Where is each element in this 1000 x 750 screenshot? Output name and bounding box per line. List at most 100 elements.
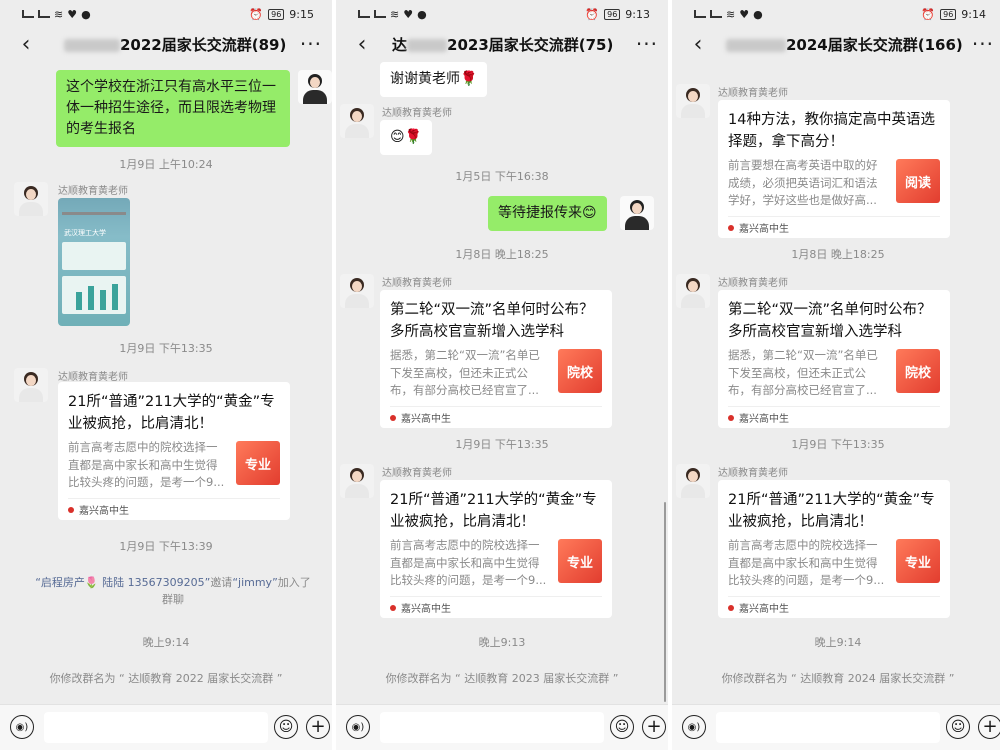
incoming-message[interactable]: 谢谢黄老师🌹 [380, 62, 488, 97]
redacted-name [407, 39, 448, 52]
signal-icon [22, 10, 34, 18]
invitee-link[interactable]: “jimmy” [232, 576, 277, 589]
article-source: 嘉兴高中生 [390, 406, 602, 428]
plus-icon[interactable]: + [978, 715, 1000, 739]
article-card[interactable]: 第二轮“双一流”名单何时公布？多所高校官宣新增入选学科 据悉，第二轮“双一流”名… [380, 290, 612, 428]
message-icon: ● [417, 7, 427, 21]
back-arrow-icon[interactable]: ‹ [14, 32, 38, 57]
status-icons-left: ≋ ♥ ● [694, 8, 763, 21]
message-list[interactable]: 谢谢黄老师🌹 达顺教育黄老师 😊🌹 1月5日 下午16:38 等待捷报传来😊 1… [336, 62, 668, 706]
article-card[interactable]: 21所“普通”211大学的“黄金”专业被疯抢，比肩清北！ 前言高考志愿中的院校选… [380, 480, 612, 618]
timestamp: 晚上9:14 [142, 636, 190, 649]
voice-icon[interactable]: ◉) [682, 715, 706, 739]
voice-icon[interactable]: ◉) [10, 715, 34, 739]
status-bar: ≋ ♥ ● ⏰ 96 9:14 [672, 0, 1000, 28]
sender-name: 达顺教育黄老师 [382, 468, 452, 479]
article-thumbnail: 院校 [558, 349, 602, 393]
plus-icon[interactable]: + [306, 715, 330, 739]
status-time: 9:13 [625, 7, 650, 21]
article-title: 第二轮“双一流”名单何时公布？多所高校官宣新增入选学科 [390, 302, 594, 340]
inviter-link[interactable]: “启程房产🌷 陆陆 13567309205” [35, 576, 210, 589]
message-input[interactable] [716, 712, 940, 743]
scrollbar[interactable] [664, 502, 666, 702]
chat-panel-2024: ≋ ♥ ● ⏰ 96 9:14 ‹ 2024届家长交流群(166) ··· 达顺… [672, 0, 1000, 750]
teacher-avatar[interactable] [676, 84, 710, 118]
teacher-avatar[interactable] [14, 182, 48, 216]
poster-info-box [62, 242, 126, 270]
notification-icon: ♥ [67, 7, 78, 21]
article-description: 前言高考志愿中的院校选择一直都是高中家长和高中生觉得比较头疼的问题，是考一个9.… [728, 538, 885, 587]
article-source: 嘉兴高中生 [68, 498, 280, 520]
article-source: 嘉兴高中生 [390, 596, 602, 618]
article-source: 嘉兴高中生 [728, 406, 940, 428]
teacher-avatar[interactable] [340, 104, 374, 138]
chat-header: ‹ 2024届家长交流群(166) ··· [672, 28, 1000, 62]
image-message[interactable]: 武汉理工大学 [58, 198, 130, 326]
status-icons-left: ≋ ♥ ● [358, 8, 427, 21]
article-card[interactable]: 14种方法，教你搞定高中英语选择题，拿下高分！ 前言要想在高考英语中取的好成绩，… [718, 100, 950, 238]
system-message-rename: 你修改群名为 “ 达顺教育 2024 届家长交流群 ” [721, 672, 955, 685]
chat-panel-2023: ≋ ♥ ● ⏰ 96 9:13 ‹ 达 2023届家长交流群(75) ··· 谢谢… [336, 0, 668, 750]
more-icon[interactable]: ··· [972, 32, 994, 56]
timestamp: 1月9日 下午13:35 [791, 438, 885, 451]
article-thumbnail: 专业 [558, 539, 602, 583]
incoming-message[interactable]: 😊🌹 [380, 120, 433, 155]
emoji-icon[interactable]: ☺ [274, 715, 298, 739]
timestamp: 1月9日 上午10:24 [119, 158, 213, 171]
signal-icon [358, 10, 370, 18]
emoji-icon[interactable]: ☺ [610, 715, 634, 739]
status-bar: ≋ ♥ ● ⏰ 96 9:15 [0, 0, 332, 28]
article-title: 21所“普通”211大学的“黄金”专业被疯抢，比肩清北！ [68, 394, 275, 432]
article-thumbnail: 阅读 [896, 159, 940, 203]
message-list[interactable]: 达顺教育黄老师 14种方法，教你搞定高中英语选择题，拿下高分！ 前言要想在高考英… [672, 62, 1000, 706]
battery-icon: 96 [940, 8, 957, 20]
back-arrow-icon[interactable]: ‹ [686, 32, 710, 57]
voice-icon[interactable]: ◉) [346, 715, 370, 739]
teacher-avatar[interactable] [676, 464, 710, 498]
teacher-avatar[interactable] [676, 274, 710, 308]
article-description: 据悉，第二轮“双一流”名单已下发至高校，但还未正式公布，有部分高校已经官宣了..… [728, 348, 878, 397]
signal-icon [374, 10, 386, 18]
article-card[interactable]: 第二轮“双一流”名单何时公布？多所高校官宣新增入选学科 据悉，第二轮“双一流”名… [718, 290, 950, 428]
my-avatar[interactable] [298, 70, 332, 104]
my-avatar[interactable] [620, 196, 654, 230]
teacher-avatar[interactable] [340, 274, 374, 308]
more-icon[interactable]: ··· [300, 32, 322, 56]
timestamp: 1月9日 下午13:35 [455, 438, 549, 451]
sender-name: 达顺教育黄老师 [718, 468, 788, 479]
article-title: 21所“普通”211大学的“黄金”专业被疯抢，比肩清北！ [728, 492, 935, 530]
sender-name: 达顺教育黄老师 [718, 88, 788, 99]
teacher-avatar[interactable] [340, 464, 374, 498]
message-icon: ● [81, 7, 91, 21]
message-input[interactable] [44, 712, 268, 743]
article-description: 据悉，第二轮“双一流”名单已下发至高校，但还未正式公布，有部分高校已经官宣了..… [390, 348, 540, 397]
article-card[interactable]: 21所“普通”211大学的“黄金”专业被疯抢，比肩清北！ 前言高考志愿中的院校选… [58, 382, 290, 520]
plus-icon[interactable]: + [642, 715, 666, 739]
timestamp: 1月9日 下午13:39 [119, 540, 213, 553]
status-icons-right: ⏰ 96 9:15 [249, 8, 314, 21]
more-icon[interactable]: ··· [636, 32, 658, 56]
signal-icon [694, 10, 706, 18]
input-bar: ◉) ☺ + [0, 704, 332, 750]
sender-name: 达顺教育黄老师 [718, 278, 788, 289]
battery-icon: 96 [604, 8, 621, 20]
article-title: 21所“普通”211大学的“黄金”专业被疯抢，比肩清北！ [390, 492, 597, 530]
article-card[interactable]: 21所“普通”211大学的“黄金”专业被疯抢，比肩清北！ 前言高考志愿中的院校选… [718, 480, 950, 618]
chat-header: ‹ 2022届家长交流群(89) ··· [0, 28, 332, 62]
outgoing-message[interactable]: 等待捷报传来😊 [488, 196, 607, 231]
alarm-icon: ⏰ [921, 7, 936, 21]
timestamp: 1月8日 晚上18:25 [791, 248, 885, 261]
timestamp: 晚上9:14 [814, 636, 862, 649]
emoji-icon[interactable]: ☺ [946, 715, 970, 739]
back-arrow-icon[interactable]: ‹ [350, 32, 374, 57]
message-list[interactable]: 这个学校在浙江只有高水平三位一体一种招生途径，而且限选考物理的考生报名 1月9日… [0, 62, 332, 706]
sender-name: 达顺教育黄老师 [58, 186, 128, 197]
chat-title: 2022届家长交流群(89) [64, 34, 292, 55]
message-input[interactable] [380, 712, 604, 743]
notification-icon: ♥ [403, 7, 414, 21]
redacted-name [64, 39, 120, 52]
source-logo-icon [68, 506, 74, 513]
outgoing-message[interactable]: 这个学校在浙江只有高水平三位一体一种招生途径，而且限选考物理的考生报名 [56, 70, 290, 147]
wifi-icon: ≋ [726, 7, 736, 21]
teacher-avatar[interactable] [14, 368, 48, 402]
